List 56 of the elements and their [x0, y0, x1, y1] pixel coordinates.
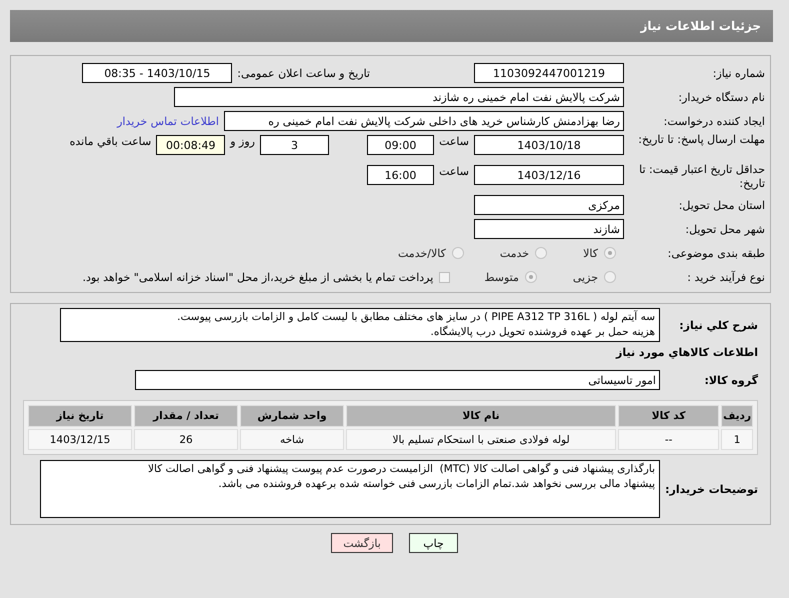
- field-label: ایجاد کننده درخواست:: [662, 114, 766, 128]
- description-field[interactable]: سه آیتم لوله ( PIPE A312 TP 316L ) در سایز های مختلف مطابق با لیست کامل و الزامات بازرسی پیوست. هزینه حمل بر عهده فروشنده تحویل درب پالایشگاه.: [60, 308, 660, 342]
- field-label: گروه کالا:: [703, 374, 758, 386]
- column-header: واحد شمارش: [240, 405, 344, 427]
- field-label: شهر محل تحویل:: [684, 222, 766, 236]
- remaining-label: ساعت باقي مانده: [70, 135, 152, 148]
- option-label: متوسط: [484, 270, 519, 284]
- table-cell: 1: [721, 429, 753, 450]
- column-header: نام کالا: [346, 405, 616, 427]
- field-label: طبقه بندی موضوعی:: [666, 246, 766, 260]
- option-label: کالا/خدمت: [398, 246, 446, 260]
- table-cell: 1403/12/15: [28, 429, 132, 450]
- time-field[interactable]: 16:00: [367, 165, 434, 185]
- time-label: ساعت: [439, 135, 469, 148]
- section-heading: اطلاعات کالاهاي مورد نياز: [614, 346, 758, 361]
- field-label: نام دستگاه خریدار:: [677, 90, 766, 104]
- field-label: شماره نیاز:: [712, 66, 766, 80]
- city-field[interactable]: شازند: [474, 219, 624, 239]
- need-number-field[interactable]: 1103092447001219: [474, 63, 624, 83]
- buyer-notes-field[interactable]: بارگذاری پیشنهاد فنی و گواهی اصالت کالا (MTC) الزامیست درصورت عدم پیوست پیشنهاد فنی و گواهی اصالت کالا پیشنهاد مالی بررسی نخواهد شد.تمام الزامات بازرسی فنی خواسته شده برعهده فروشنده می باشد.: [40, 460, 660, 518]
- buyer-contact-link[interactable]: اطلاعات تماس خریدار: [117, 114, 219, 128]
- field-label: استان محل تحویل:: [678, 198, 766, 212]
- creator-field[interactable]: رضا بهزادمنش کارشناس خرید های داخلی شرکت پالایش نفت امام خمینی ره: [224, 111, 624, 131]
- remaining-time-field[interactable]: 00:08:49: [156, 135, 226, 155]
- column-header: تاریخ نیاز: [28, 405, 132, 427]
- buyer-name-field[interactable]: شرکت پالایش نفت امام خمینی ره شازند: [174, 87, 624, 107]
- back-button[interactable]: بازگشت: [331, 533, 393, 553]
- page-title: جزئیات اطلاعات نیاز: [640, 19, 761, 33]
- column-header: تعداد / مقدار: [134, 405, 238, 427]
- column-header: ردیف: [721, 405, 753, 427]
- field-label: شرح کلي نياز:: [678, 318, 758, 332]
- table-cell: لوله فولادی صنعتی با استحکام تسلیم بالا: [346, 429, 616, 450]
- date-field[interactable]: 1403/10/18: [474, 135, 624, 155]
- column-header: کد کالا: [618, 405, 720, 427]
- province-field[interactable]: مرکزی: [474, 195, 624, 215]
- field-label: تاریخ و ساعت اعلان عمومی:: [237, 66, 370, 80]
- print-button[interactable]: چاپ: [409, 533, 458, 553]
- payment-note: پرداخت تمام یا بخشی از مبلغ خرید،از محل "اسناد خزانه اسلامی" خواهد بود.: [82, 270, 434, 284]
- table-cell: --: [618, 429, 720, 450]
- time-field[interactable]: 09:00: [367, 135, 434, 155]
- date-field[interactable]: 1403/12/16: [474, 165, 624, 185]
- table-cell: 26: [134, 429, 238, 450]
- option-label: کالا: [583, 246, 598, 260]
- option-label: خدمت: [500, 246, 530, 260]
- field-label: توضیحات خریدار:: [664, 482, 758, 496]
- days-field[interactable]: 3: [260, 135, 329, 155]
- time-label: ساعت: [439, 165, 469, 178]
- field-label: نوع فرآیند خرید :: [686, 270, 766, 284]
- field-label: مهلت ارسال پاسخ: تا تاریخ:: [637, 133, 766, 147]
- announce-date-field[interactable]: 1403/10/15 - 08:35: [82, 63, 232, 83]
- field-label: حداقل تاریخ اعتبار قیمت: تا تاریخ:: [638, 163, 766, 191]
- checkbox[interactable]: [439, 272, 450, 282]
- goods-group-field[interactable]: امور تاسیساتی: [135, 370, 660, 390]
- table-cell: شاخه: [240, 429, 344, 450]
- option-label: جزیی: [572, 270, 598, 284]
- days-label: روز و: [230, 135, 255, 148]
